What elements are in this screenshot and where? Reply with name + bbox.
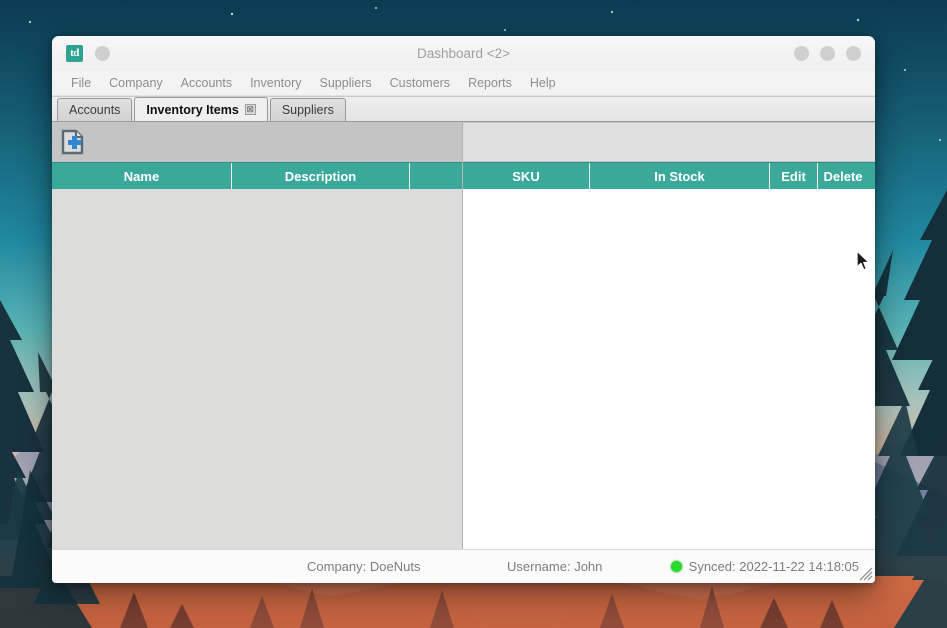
close-button[interactable]	[846, 46, 861, 61]
right-table-header: SKU In Stock Edit Delete	[463, 162, 875, 189]
status-sync: Synced: 2022-11-22 14:18:05	[670, 559, 859, 574]
close-icon[interactable]: ⊠	[244, 104, 256, 115]
tab-inventory-items[interactable]: Inventory Items ⊠	[134, 97, 268, 121]
column-header-description[interactable]: Description	[232, 163, 410, 189]
statusbar: Company: DoeNuts Username: John Synced: …	[52, 549, 875, 583]
sync-status-dot	[670, 561, 682, 572]
left-table-header: Name Description	[52, 162, 462, 189]
column-header-edit[interactable]: Edit	[770, 163, 818, 189]
column-header-spacer	[410, 163, 462, 189]
maximize-button[interactable]	[820, 46, 835, 61]
column-header-in-stock[interactable]: In Stock	[590, 163, 770, 189]
menu-accounts[interactable]: Accounts	[172, 74, 241, 92]
right-pane: SKU In Stock Edit Delete	[462, 122, 875, 549]
right-pane-toolbar	[463, 122, 875, 162]
menu-file[interactable]: File	[62, 74, 100, 92]
add-item-icon[interactable]	[60, 129, 86, 155]
left-pane: Name Description	[52, 122, 462, 549]
column-header-delete[interactable]: Delete	[818, 163, 868, 189]
tab-strip: Accounts Inventory Items ⊠ Suppliers	[52, 96, 875, 122]
app-icon-td: td	[66, 45, 83, 62]
right-table-body	[463, 189, 875, 549]
left-pane-toolbar	[52, 122, 462, 162]
left-table-body	[52, 189, 462, 549]
menu-suppliers[interactable]: Suppliers	[311, 74, 381, 92]
menu-inventory[interactable]: Inventory	[241, 74, 310, 92]
application-window: td Dashboard <2> File Company Accounts I…	[52, 36, 875, 583]
tab-accounts[interactable]: Accounts	[57, 98, 133, 121]
window-titlebar[interactable]: td Dashboard <2>	[52, 36, 875, 71]
tab-suppliers-label: Suppliers	[281, 103, 334, 117]
resize-grip[interactable]	[858, 566, 873, 581]
menu-customers[interactable]: Customers	[381, 74, 459, 92]
menubar: File Company Accounts Inventory Supplier…	[52, 71, 875, 96]
window-title: Dashboard <2>	[416, 46, 511, 61]
tab-inventory-items-label: Inventory Items	[146, 102, 239, 117]
window-controls	[794, 46, 861, 61]
titlebar-left-controls: td	[66, 45, 110, 62]
status-sync-label: Synced: 2022-11-22 14:18:05	[688, 559, 859, 574]
content-split-panes: Name Description SKU In Stock Edit Delet…	[52, 122, 875, 549]
desktop: td Dashboard <2> File Company Accounts I…	[0, 0, 947, 628]
tab-accounts-label: Accounts	[69, 103, 121, 117]
menu-company[interactable]: Company	[100, 74, 172, 92]
column-header-sku[interactable]: SKU	[463, 163, 590, 189]
minimize-button[interactable]	[794, 46, 809, 61]
menu-reports[interactable]: Reports	[459, 74, 521, 92]
column-header-name[interactable]: Name	[52, 163, 232, 189]
window-menu-dot[interactable]	[95, 46, 110, 61]
status-username: Username: John	[507, 559, 603, 574]
tab-suppliers[interactable]: Suppliers	[269, 98, 346, 121]
menu-help[interactable]: Help	[521, 74, 565, 92]
status-company: Company: DoeNuts	[307, 559, 421, 574]
